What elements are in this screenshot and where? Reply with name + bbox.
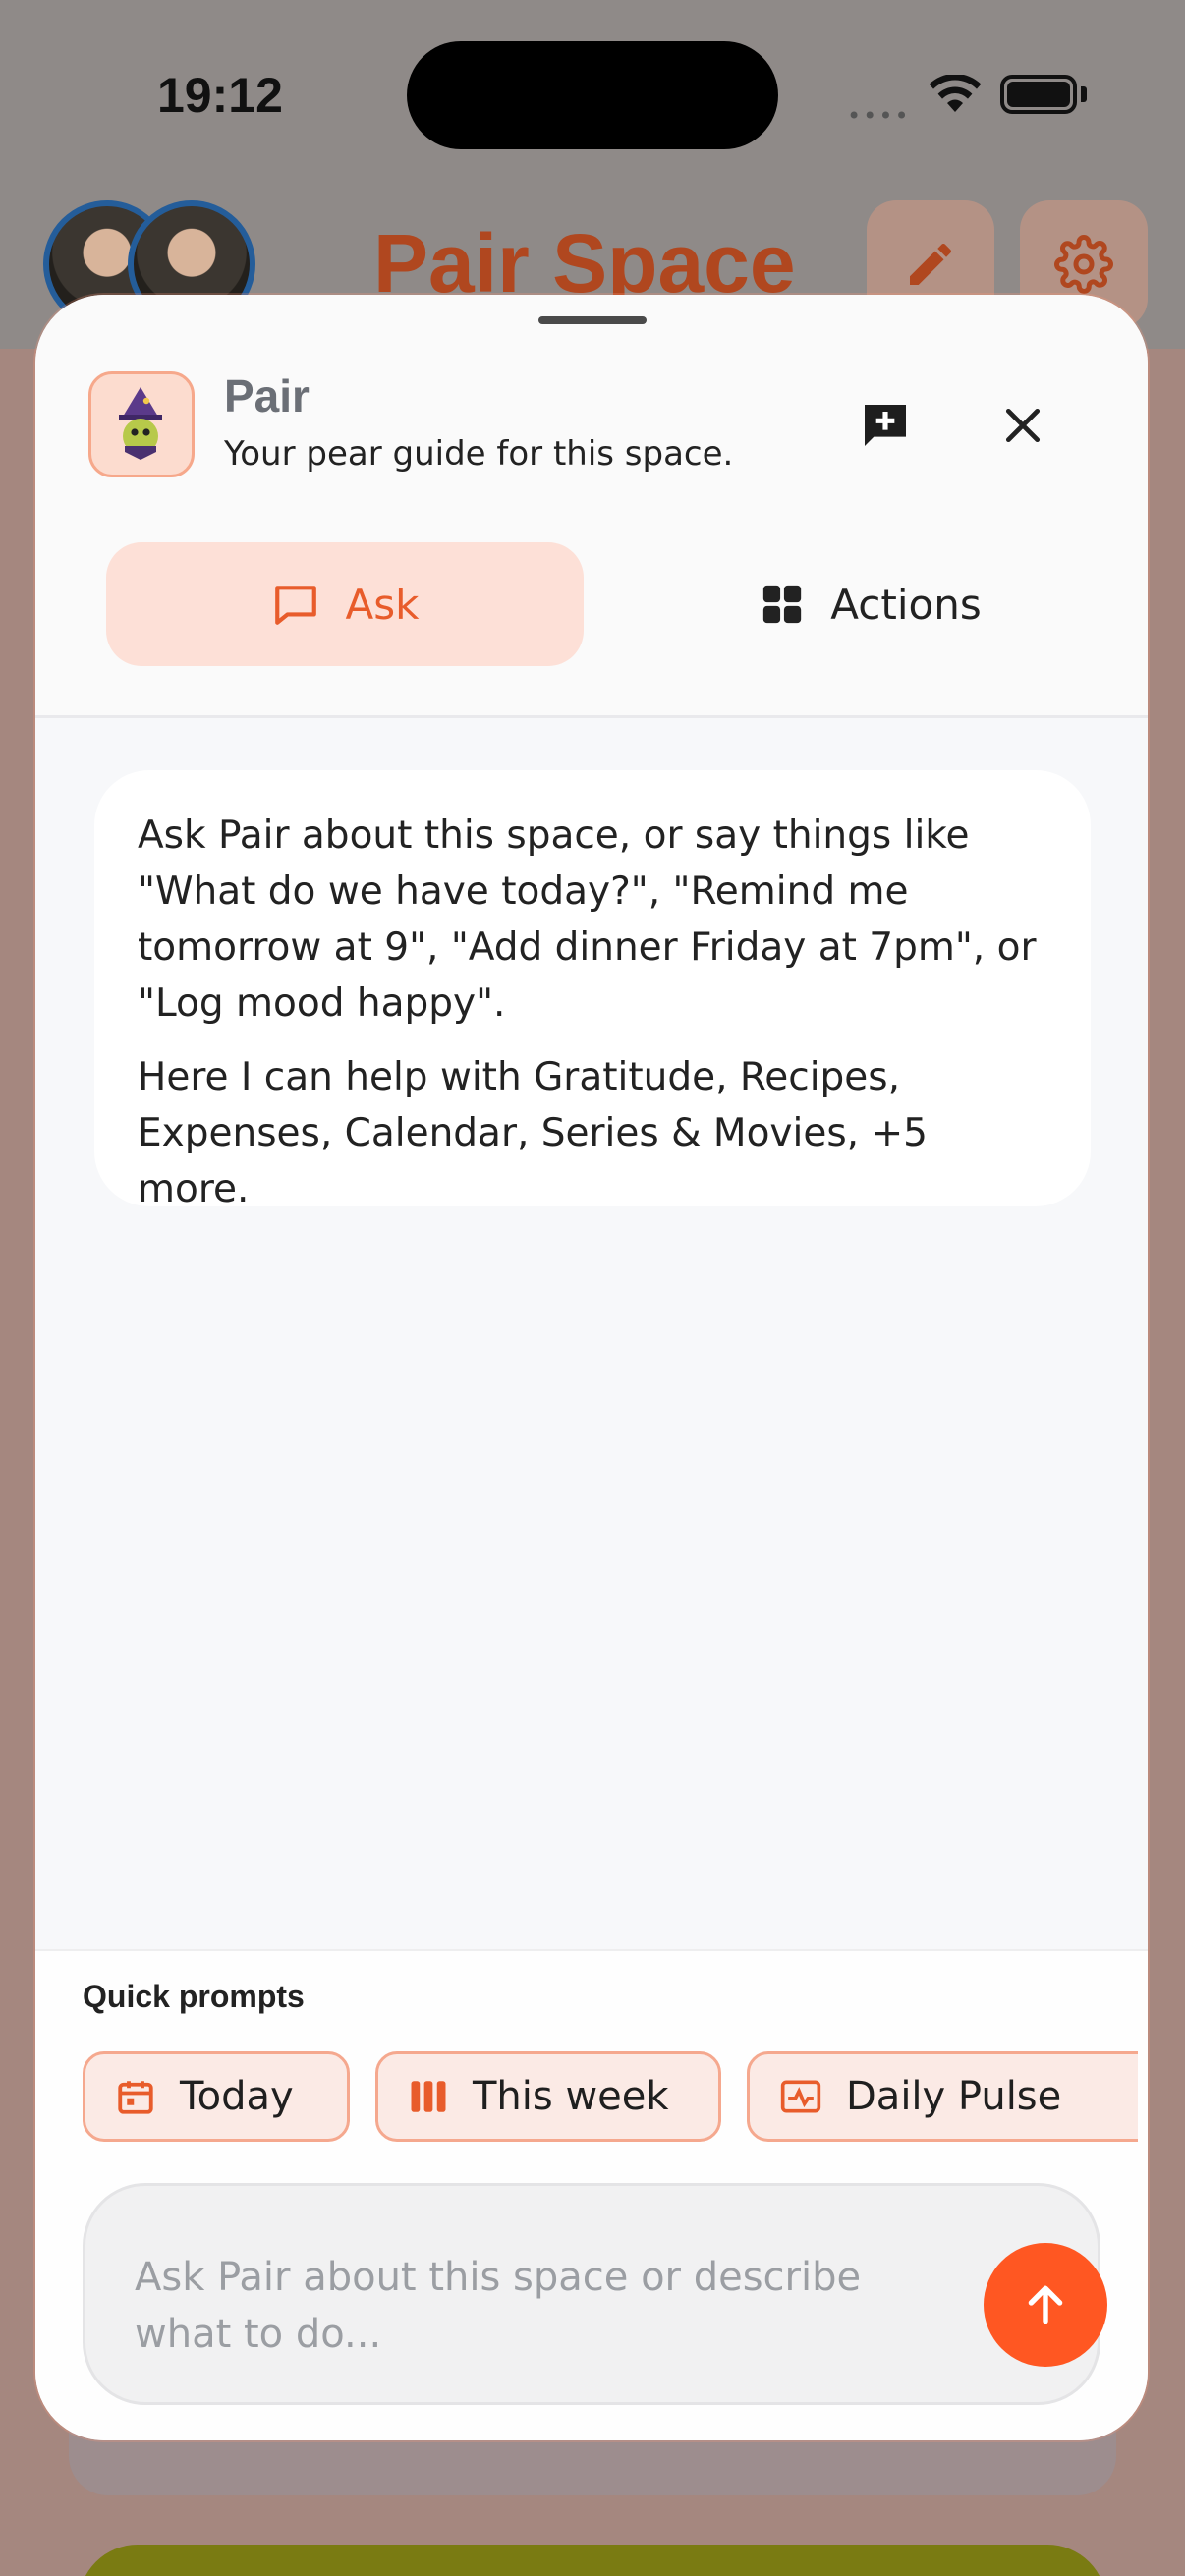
assistant-name: Pair (224, 370, 310, 421)
pulse-icon (780, 2080, 821, 2113)
new-chat-icon (865, 405, 906, 446)
drag-handle[interactable] (538, 316, 647, 324)
gear-icon (1054, 235, 1113, 294)
tab-actions[interactable]: Actions (625, 542, 1116, 666)
signal-icon: •••• (847, 102, 911, 130)
assistant-message: Ask Pair about this space, or say things… (94, 770, 1091, 1211)
pencil-icon (910, 243, 951, 285)
message-input[interactable]: Ask Pair about this space or describe wh… (83, 2183, 1107, 2405)
status-bar: 19:12 •••• (0, 0, 1185, 187)
chip-label: Today (180, 2074, 294, 2119)
send-button[interactable] (984, 2243, 1107, 2367)
week-bars-icon (411, 2081, 446, 2112)
wifi-icon (929, 75, 982, 112)
message-input-placeholder: Ask Pair about this space or describe wh… (135, 2255, 862, 2357)
grid-icon (763, 585, 802, 624)
composer-area: Quick prompts Today This week Daily Puls… (35, 1949, 1148, 2440)
sheet-header: Pair Your pear guide for this space. Ask… (35, 295, 1148, 718)
arrow-up-icon (1028, 2285, 1063, 2324)
close-icon (1005, 408, 1041, 443)
quick-prompts-row[interactable]: Today This week Daily Pulse (83, 2051, 1138, 2146)
wizard-pear-icon (119, 387, 162, 460)
quick-prompts-label: Quick prompts (83, 1979, 305, 2014)
chip-label: Daily Pulse (846, 2074, 1062, 2119)
assistant-avatar (88, 371, 195, 477)
close-button[interactable] (988, 391, 1057, 460)
assistant-sheet: Pair Your pear guide for this space. Ask… (35, 295, 1148, 2440)
new-chat-button[interactable] (851, 391, 920, 460)
battery-icon (1000, 75, 1077, 114)
battery-tip (1081, 86, 1087, 102)
message-paragraph: Ask Pair about this space, or say things… (138, 813, 1037, 1026)
tab-actions-label: Actions (830, 580, 982, 629)
background-card (79, 2545, 1106, 2576)
quick-prompt-daily-pulse[interactable]: Daily Pulse (747, 2051, 1138, 2142)
chat-bubble-icon (274, 586, 316, 625)
dynamic-island (407, 41, 778, 149)
assistant-tagline: Your pear guide for this space. (224, 434, 734, 474)
status-time: 19:12 (157, 68, 283, 123)
quick-prompt-today[interactable]: Today (83, 2051, 350, 2142)
chip-label: This week (473, 2074, 669, 2119)
quick-prompt-this-week[interactable]: This week (375, 2051, 721, 2142)
tab-ask-label: Ask (345, 580, 420, 629)
calendar-icon (118, 2081, 153, 2114)
tab-ask[interactable]: Ask (106, 542, 584, 666)
header-divider (35, 715, 1148, 718)
message-paragraph: Here I can help with Gratitude, Recipes,… (138, 1055, 928, 1211)
